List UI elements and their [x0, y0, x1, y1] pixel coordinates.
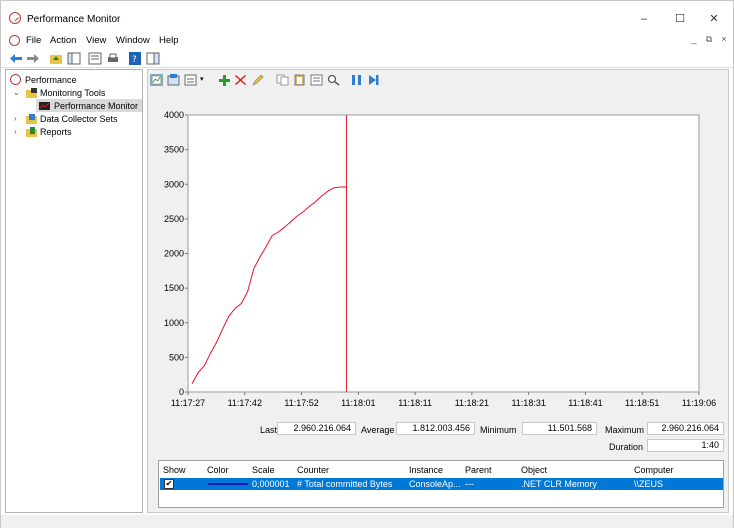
stat-average-label: Average [361, 425, 395, 435]
x-tick-label: 11:17:42 [228, 398, 262, 408]
tree-item-performance-monitor[interactable]: Performance Monitor [54, 100, 138, 112]
stat-last-value: 2.960.216.064 [277, 422, 356, 435]
title-bar: Performance Monitor – ☐ ✕ [1, 1, 733, 33]
plot-area [187, 114, 700, 393]
back-arrow-icon[interactable] [9, 52, 23, 65]
console-tree-icon[interactable] [67, 52, 81, 65]
column-header-instance[interactable]: Instance [409, 465, 443, 475]
menu-window[interactable]: Window [116, 35, 150, 46]
performance-icon [10, 74, 21, 85]
stat-duration-value: 1:40 [647, 439, 724, 452]
tree-item-data-collector-sets[interactable]: Data Collector Sets [40, 113, 118, 125]
help-icon[interactable]: ? [128, 52, 142, 65]
column-header-object[interactable]: Object [521, 465, 547, 475]
cell-scale: 0,000001 [252, 479, 290, 489]
menu-view[interactable]: View [86, 35, 106, 46]
x-tick-label: 11:17:52 [284, 398, 318, 408]
y-tick-label: 1500 [164, 283, 184, 293]
x-tick-label: 11:18:21 [455, 398, 489, 408]
series-color-swatch [208, 483, 248, 485]
menu-bar: File Action View Window Help _ ⧉ × [1, 33, 733, 49]
tree-item-monitoring-tools[interactable]: Monitoring Tools [40, 87, 105, 99]
cell-object: .NET CLR Memory [521, 479, 597, 489]
menu-file[interactable]: File [26, 35, 41, 46]
performance-graph: 4000 3500 3000 2500 2000 1500 1000 500 0 11:17:2… [164, 110, 716, 408]
minimize-button[interactable]: – [629, 10, 659, 28]
cell-parent: --- [465, 479, 474, 489]
menu-action[interactable]: Action [50, 35, 76, 46]
expand-chevron-down-icon[interactable]: ⌄ [13, 88, 20, 97]
cell-computer: \\ZEUS [634, 479, 664, 489]
perfmon-app-icon [9, 12, 21, 24]
x-tick-label: 11:18:11 [398, 398, 432, 408]
y-tick-label: 3500 [164, 145, 184, 155]
y-tick-label: 3000 [164, 179, 184, 189]
show-hide-action-pane-icon[interactable] [146, 52, 160, 65]
print-icon[interactable] [106, 52, 120, 65]
stat-minimum-label: Minimum [480, 425, 517, 435]
y-tick-label: 0 [179, 387, 184, 397]
mdi-restore-button[interactable]: ⧉ [702, 34, 716, 45]
close-button[interactable]: ✕ [699, 10, 729, 28]
performance-monitor-window: Performance Monitor – ☐ ✕ File Action Vi… [0, 0, 734, 528]
column-header-parent[interactable]: Parent [465, 465, 492, 475]
x-tick-label: 11:18:51 [625, 398, 659, 408]
stat-maximum-label: Maximum [605, 425, 645, 435]
svg-text:?: ? [132, 55, 137, 65]
x-tick-label: 11:18:31 [511, 398, 545, 408]
column-header-computer[interactable]: Computer [634, 465, 674, 475]
tree-item-reports[interactable]: Reports [40, 126, 72, 138]
cell-instance: ConsoleAp... [409, 479, 461, 489]
y-tick-label: 2000 [164, 249, 184, 259]
x-tick-label: 11:18:41 [568, 398, 602, 408]
mdi-close-button[interactable]: × [717, 34, 731, 44]
status-bar [1, 515, 733, 528]
stat-duration-label: Duration [609, 442, 644, 452]
stat-last-label: Last [260, 425, 278, 435]
console-tree: Performance ⌄ Monitoring Tools Performan… [5, 69, 143, 513]
performance-monitor-icon [39, 102, 50, 110]
cell-counter: # Total committed Bytes [297, 479, 393, 489]
performance-monitor-pane: ▾ 4000 3500 3000 2500 2000 1500 1000 500 0 11:17… [147, 69, 729, 513]
x-axis-ticks: 11:17:27 11:17:42 11:17:52 11:18:01 11:18:11… [171, 392, 716, 408]
stat-average-value: 1.812.003.456 [396, 422, 475, 435]
table-row[interactable]: ✔ 0,000001 # Total committed Bytes Conso… [160, 478, 723, 490]
maximize-button[interactable]: ☐ [665, 10, 695, 28]
perfmon-mdi-icon[interactable] [9, 35, 20, 46]
up-folder-icon[interactable] [49, 52, 63, 65]
expand-chevron-right-icon[interactable]: › [14, 127, 17, 136]
mdi-minimize-button[interactable]: _ [687, 34, 701, 44]
column-header-color[interactable]: Color [207, 465, 229, 475]
reports-icon [26, 127, 37, 137]
column-header-scale[interactable]: Scale [252, 465, 275, 475]
stat-minimum-value: 11.501.568 [522, 422, 597, 435]
column-header-counter[interactable]: Counter [297, 465, 329, 475]
y-tick-label: 2500 [164, 214, 184, 224]
y-tick-label: 500 [169, 352, 184, 362]
forward-arrow-icon[interactable] [26, 52, 40, 65]
y-tick-label: 1000 [164, 318, 184, 328]
counter-legend-table: Show Color Scale Counter Instance Parent… [158, 460, 724, 508]
monitoring-tools-icon [26, 88, 37, 98]
tree-item-performance[interactable]: Performance [25, 74, 77, 86]
x-tick-label: 11:18:01 [341, 398, 375, 408]
expand-chevron-right-icon[interactable]: › [14, 114, 17, 123]
y-axis-ticks: 4000 3500 3000 2500 2000 1500 1000 500 0 [164, 110, 188, 397]
properties-icon[interactable] [88, 52, 102, 65]
column-header-show[interactable]: Show [163, 465, 186, 475]
x-tick-label: 11:19:06 [682, 398, 716, 408]
stat-maximum-value: 2.960.216.064 [647, 422, 724, 435]
menu-help[interactable]: Help [159, 35, 179, 46]
window-title: Performance Monitor [27, 14, 121, 25]
y-tick-label: 4000 [164, 110, 184, 120]
x-tick-label: 11:17:27 [171, 398, 205, 408]
show-checkbox[interactable]: ✔ [164, 479, 174, 489]
data-collector-sets-icon [26, 114, 37, 124]
main-toolbar: ? [1, 50, 733, 68]
